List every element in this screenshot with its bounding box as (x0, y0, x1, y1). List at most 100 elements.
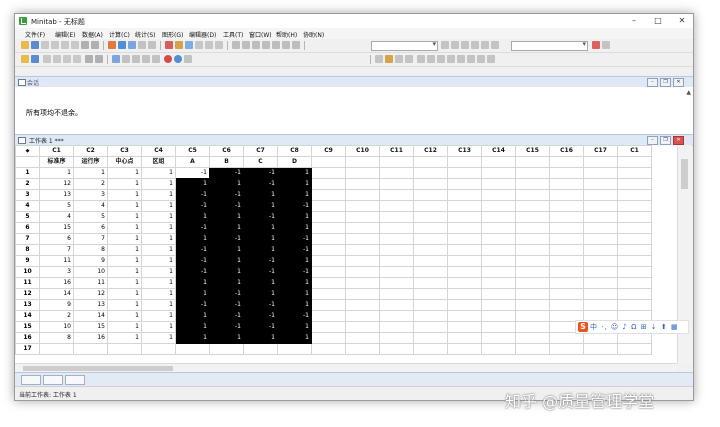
print-worksheet-icon[interactable] (43, 55, 51, 63)
empty-cell[interactable] (447, 222, 482, 234)
grid-cell[interactable]: 15 (39, 222, 74, 234)
grid-cell[interactable]: 1 (107, 189, 142, 201)
column-name-cell[interactable] (549, 156, 584, 168)
grid-cell[interactable] (107, 343, 142, 355)
empty-cell[interactable] (515, 233, 550, 245)
grid-cell[interactable]: -1 (277, 200, 312, 212)
grid-cell[interactable]: 8 (39, 332, 74, 344)
column-name-cell[interactable]: 标准序 (39, 156, 74, 168)
column-header[interactable]: C13 (447, 145, 482, 157)
grid-cell[interactable]: 10 (73, 266, 108, 278)
empty-cell[interactable] (515, 222, 550, 234)
session-window[interactable]: 所有项均不退余。 ▲ (15, 89, 693, 134)
empty-cell[interactable] (617, 189, 652, 201)
empty-cell[interactable] (515, 299, 550, 311)
row-header[interactable]: 16 (15, 332, 40, 344)
empty-cell[interactable] (515, 277, 550, 289)
grid-cell[interactable]: 1 (175, 233, 210, 245)
empty-cell[interactable] (447, 266, 482, 278)
empty-cell[interactable] (447, 178, 482, 190)
empty-cell[interactable] (583, 299, 618, 311)
grid-cell[interactable]: -1 (175, 222, 210, 234)
empty-cell[interactable] (379, 167, 414, 179)
redo-cells-icon[interactable] (95, 55, 103, 63)
grid-cell[interactable]: 1 (39, 167, 74, 179)
empty-cell[interactable] (413, 299, 448, 311)
empty-cell[interactable] (447, 321, 482, 333)
empty-cell[interactable] (447, 211, 482, 223)
empty-cell[interactable] (481, 167, 516, 179)
grid-cell[interactable]: 1 (277, 178, 312, 190)
empty-cell[interactable] (447, 343, 482, 355)
row-header[interactable]: 6 (15, 222, 40, 234)
grid-cell[interactable]: -1 (277, 233, 312, 245)
empty-cell[interactable] (311, 266, 346, 278)
grid-cell[interactable]: 1 (107, 332, 142, 344)
column-name-cell[interactable]: A (175, 156, 210, 168)
empty-cell[interactable] (311, 343, 346, 355)
empty-cell[interactable] (481, 178, 516, 190)
grid-cell[interactable]: 1 (209, 277, 244, 289)
open-project-icon[interactable] (21, 41, 29, 49)
grid-cell[interactable]: 9 (73, 255, 108, 267)
empty-cell[interactable] (379, 200, 414, 212)
empty-cell[interactable] (379, 310, 414, 322)
tutorial-icon[interactable] (184, 55, 192, 63)
grid-cell[interactable]: 1 (141, 332, 176, 344)
grid-cell[interactable]: 1 (175, 321, 210, 333)
grid-cell[interactable]: 5 (73, 211, 108, 223)
empty-cell[interactable] (311, 167, 346, 179)
grid-cell[interactable]: 1 (209, 222, 244, 234)
grid-cell[interactable]: 1 (141, 266, 176, 278)
empty-cell[interactable] (549, 343, 584, 355)
empty-cell[interactable] (515, 343, 550, 355)
grid-cell[interactable]: 1 (141, 200, 176, 212)
empty-cell[interactable] (413, 244, 448, 256)
close-button[interactable]: ✕ (671, 15, 693, 27)
rectangle-tool-icon[interactable] (242, 41, 250, 49)
grid-cell[interactable]: 1 (277, 255, 312, 267)
column-name-cell[interactable]: B (209, 156, 244, 168)
grid-cell[interactable]: 1 (107, 277, 142, 289)
row-header[interactable]: 11 (15, 277, 40, 289)
column-name-cell[interactable] (345, 156, 380, 168)
row-header[interactable]: 14 (15, 310, 40, 322)
empty-cell[interactable] (617, 299, 652, 311)
empty-cell[interactable] (515, 211, 550, 223)
empty-cell[interactable] (345, 178, 380, 190)
profile-icon[interactable] (487, 55, 495, 63)
empty-cell[interactable] (447, 299, 482, 311)
font-combo[interactable] (511, 40, 588, 51)
grid-cell[interactable]: -1 (243, 255, 278, 267)
marker-tool-icon[interactable] (282, 41, 290, 49)
row-header[interactable]: 2 (15, 178, 40, 190)
grid-cell[interactable]: 3 (73, 189, 108, 201)
menu-help[interactable]: 帮助(H) (276, 30, 297, 39)
grid-cell[interactable]: 6 (39, 233, 74, 245)
grid-cell[interactable]: 1 (209, 332, 244, 344)
column-header[interactable]: C14 (481, 145, 516, 157)
empty-cell[interactable] (583, 266, 618, 278)
grid-cell[interactable]: 1 (73, 167, 108, 179)
column-name-cell[interactable] (481, 156, 516, 168)
empty-cell[interactable] (345, 321, 380, 333)
empty-cell[interactable] (311, 200, 346, 212)
project-manager-icon[interactable] (138, 41, 146, 49)
empty-cell[interactable] (379, 332, 414, 344)
vertical-scroll-thumb[interactable] (681, 159, 688, 189)
column-name-cell[interactable]: 区组 (141, 156, 176, 168)
worksheet-window-icon[interactable] (128, 41, 136, 49)
empty-cell[interactable] (413, 200, 448, 212)
empty-cell[interactable] (515, 310, 550, 322)
graph-icon[interactable] (175, 41, 183, 49)
empty-cell[interactable] (345, 343, 380, 355)
save-worksheet-icon[interactable] (31, 55, 39, 63)
empty-cell[interactable] (481, 343, 516, 355)
grid-cell[interactable]: -1 (277, 266, 312, 278)
empty-cell[interactable] (481, 211, 516, 223)
empty-cell[interactable] (413, 277, 448, 289)
undo-icon[interactable] (81, 41, 89, 49)
grid-cell[interactable]: 1 (243, 200, 278, 212)
empty-cell[interactable] (617, 244, 652, 256)
empty-cell[interactable] (481, 310, 516, 322)
